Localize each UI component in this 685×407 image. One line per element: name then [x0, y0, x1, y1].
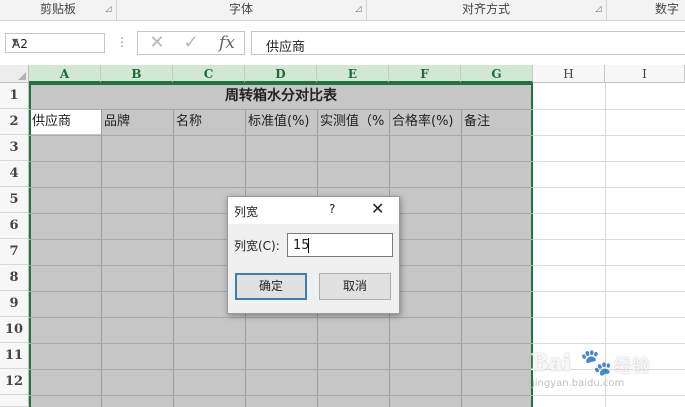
cancel-icon[interactable]: ✕ — [142, 33, 172, 53]
cancel-button[interactable]: 取消 — [319, 273, 391, 300]
header-cell-measured[interactable]: 实测值（% — [320, 109, 388, 135]
column-header-g[interactable]: G — [461, 65, 533, 83]
help-icon[interactable]: ? — [329, 202, 335, 216]
grid-line — [533, 109, 685, 110]
row-header[interactable]: 6 — [0, 213, 29, 239]
column-header-f[interactable]: F — [389, 65, 461, 83]
dialog-title: 列宽 — [234, 205, 259, 219]
ribbon-group-label: 剪贴板 — [39, 2, 76, 16]
ok-button[interactable]: 确定 — [235, 273, 307, 300]
baidu-watermark: Bai 🐾 经验 jingyan.baidu.com — [530, 348, 685, 406]
paw-icon: 🐾 — [580, 348, 613, 378]
row-header[interactable] — [0, 395, 29, 407]
grid-line — [533, 135, 685, 136]
row-header[interactable]: 4 — [0, 161, 29, 187]
column-header-h[interactable]: H — [533, 65, 605, 83]
grid-line — [533, 291, 685, 292]
grid-line — [533, 343, 685, 344]
header-cell-notes[interactable]: 备注 — [464, 109, 532, 135]
ribbon-group-alignment: 对齐方式 ◿ — [366, 0, 607, 20]
chevron-down-icon[interactable]: ▼ — [12, 37, 100, 46]
grid-line — [461, 109, 462, 407]
row-header[interactable]: 2 — [0, 109, 29, 135]
ribbon-group-number: 数字 — [606, 0, 685, 20]
row-header[interactable]: 8 — [0, 265, 29, 291]
column-width-dialog: 列宽 ? ✕ 列宽(C): 15 确定 取消 — [227, 196, 400, 314]
column-header-b[interactable]: B — [101, 65, 173, 83]
header-cell-pass-rate[interactable]: 合格率(%) — [392, 109, 460, 135]
header-cell-supplier[interactable]: 供应商 — [32, 109, 100, 135]
column-header-e[interactable]: E — [317, 65, 389, 83]
sheet-title-cell[interactable]: 周转箱水分对比表 — [29, 83, 533, 109]
insert-function-icon[interactable]: fx — [212, 33, 242, 53]
select-all-button[interactable] — [0, 65, 29, 83]
grid-line — [533, 239, 685, 240]
grid-line — [533, 265, 685, 266]
grid-line — [533, 317, 685, 318]
row-header[interactable]: 9 — [0, 291, 29, 317]
row-header[interactable]: 12 — [0, 369, 29, 395]
dialog-launcher-icon[interactable]: ◿ — [105, 5, 112, 13]
watermark-brand-suffix: 经验 — [614, 356, 650, 377]
dialog-launcher-icon[interactable]: ◿ — [595, 5, 602, 13]
formula-buttons: ✕ ✓ fx — [137, 31, 245, 55]
row-header[interactable]: 5 — [0, 187, 29, 213]
column-header-c[interactable]: C — [173, 65, 245, 83]
formula-bar: A2 ▼ ⋮ ✕ ✓ fx 供应商 — [0, 21, 685, 65]
ribbon-group-label: 数字 — [654, 2, 679, 16]
grid-line — [29, 343, 533, 344]
row-header[interactable]: 7 — [0, 239, 29, 265]
column-header-i[interactable]: I — [605, 65, 685, 83]
watermark-url: jingyan.baidu.com — [532, 378, 625, 389]
grid-line — [29, 317, 533, 318]
watermark-brand: Bai — [530, 350, 572, 376]
grid-line — [173, 109, 174, 407]
grid-line — [533, 161, 685, 162]
formula-input-value: 供应商 — [266, 40, 306, 55]
grid-line — [29, 161, 533, 162]
ribbon-group-clipboard: 剪贴板 ◿ — [0, 0, 117, 20]
ribbon-group-font: 字体 ◿ — [116, 0, 367, 20]
grid-line — [533, 213, 685, 214]
row-header[interactable]: 10 — [0, 317, 29, 343]
close-icon[interactable]: ✕ — [371, 199, 384, 218]
row-header[interactable]: 3 — [0, 135, 29, 161]
dialog-title-bar[interactable]: 列宽 ? ✕ — [228, 197, 399, 224]
column-header-a[interactable]: A — [29, 65, 101, 83]
column-width-label: 列宽(C): — [234, 239, 280, 253]
grid-line — [29, 395, 533, 396]
row-header[interactable]: 1 — [0, 83, 29, 109]
formula-input[interactable]: 供应商 — [251, 31, 685, 55]
grid-line — [29, 369, 533, 370]
column-header-d[interactable]: D — [245, 65, 317, 83]
ribbon-group-label: 字体 — [228, 2, 253, 16]
text-caret — [308, 238, 309, 253]
column-width-input[interactable]: 15 — [287, 233, 393, 257]
grid-line — [533, 187, 685, 188]
more-options-icon[interactable]: ⋮ — [116, 35, 128, 49]
header-cell-name[interactable]: 名称 — [176, 109, 244, 135]
dialog-launcher-icon[interactable]: ◿ — [355, 5, 362, 13]
grid-line — [29, 135, 533, 136]
grid-line — [101, 109, 102, 407]
header-cell-brand[interactable]: 品牌 — [104, 109, 172, 135]
row-header[interactable]: 11 — [0, 343, 29, 369]
enter-icon[interactable]: ✓ — [176, 33, 206, 53]
ribbon-group-label: 对齐方式 — [461, 2, 510, 16]
name-box[interactable]: A2 ▼ — [5, 33, 105, 53]
grid-line — [29, 187, 533, 188]
ribbon-group-bar: 剪贴板 ◿ 字体 ◿ 对齐方式 ◿ 数字 — [0, 0, 685, 21]
header-cell-standard[interactable]: 标准值(%) — [248, 109, 316, 135]
